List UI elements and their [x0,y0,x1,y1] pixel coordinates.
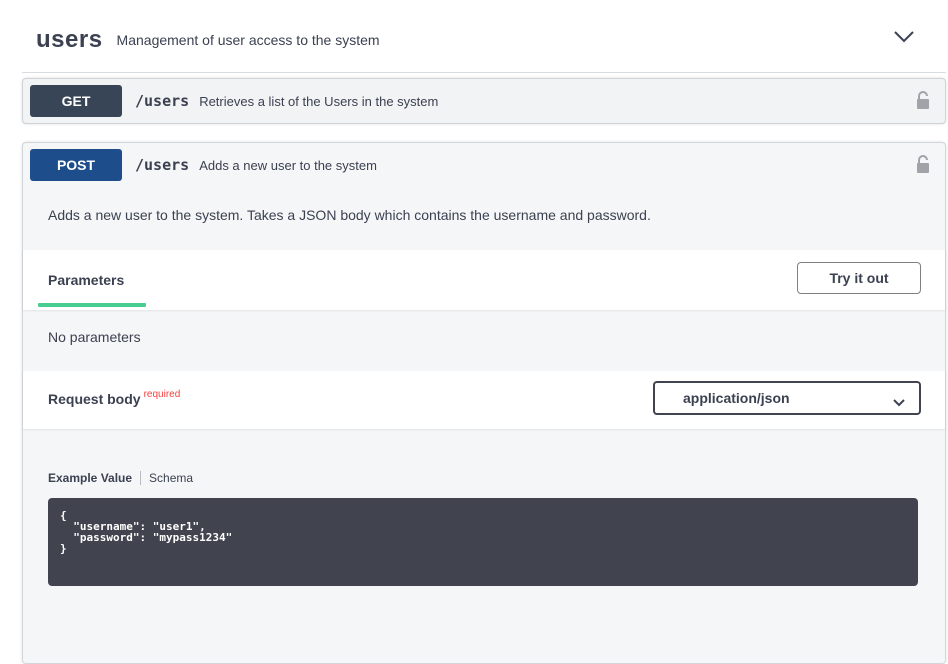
tab-schema[interactable]: Schema [149,471,193,485]
operation-summary: Retrieves a list of the Users in the sys… [199,93,439,109]
example-value-code: { "username": "user1", "password": "mypa… [48,498,918,586]
operation-description: Adds a new user to the system. Takes a J… [48,207,651,223]
get-users-operation: GET /users Retrieves a list of the Users… [22,78,946,124]
request-body-title: Request body required [48,389,181,407]
tag-description: Management of user access to the system [116,32,380,48]
no-parameters-text: No parameters [48,329,141,345]
lock-icon[interactable] [915,154,931,179]
request-body-label: Request body [48,391,141,407]
parameters-header: Parameters Try it out [23,250,945,310]
content-type-value: application/json [683,390,790,406]
operation-path: /users [135,156,190,174]
request-body-header: Request body required application/json [23,371,945,429]
chevron-down-icon [893,394,905,410]
operation-summary: Adds a new user to the system [199,157,377,173]
try-it-out-button[interactable]: Try it out [797,262,921,294]
tab-divider [140,471,142,485]
parameters-tab-underline [38,303,146,307]
required-label: required [143,389,181,400]
post-users-summary[interactable]: POST /users Adds a new user to the syste… [23,143,945,187]
parameters-tab[interactable]: Parameters [48,272,124,288]
chevron-down-icon[interactable] [894,30,914,48]
get-users-summary[interactable]: GET /users Retrieves a list of the Users… [23,79,945,123]
tab-example-value[interactable]: Example Value [48,471,132,485]
method-badge-post: POST [30,149,122,181]
lock-icon[interactable] [915,90,931,115]
content-type-select[interactable]: application/json [653,381,921,415]
method-badge-get: GET [30,85,122,117]
operation-path: /users [135,92,190,110]
post-users-operation: POST /users Adds a new user to the syste… [22,142,946,664]
example-tabs: Example Value Schema [48,471,193,485]
tag-name: users [36,26,103,53]
tag-header-users[interactable]: users Management of user access to the s… [22,8,946,73]
